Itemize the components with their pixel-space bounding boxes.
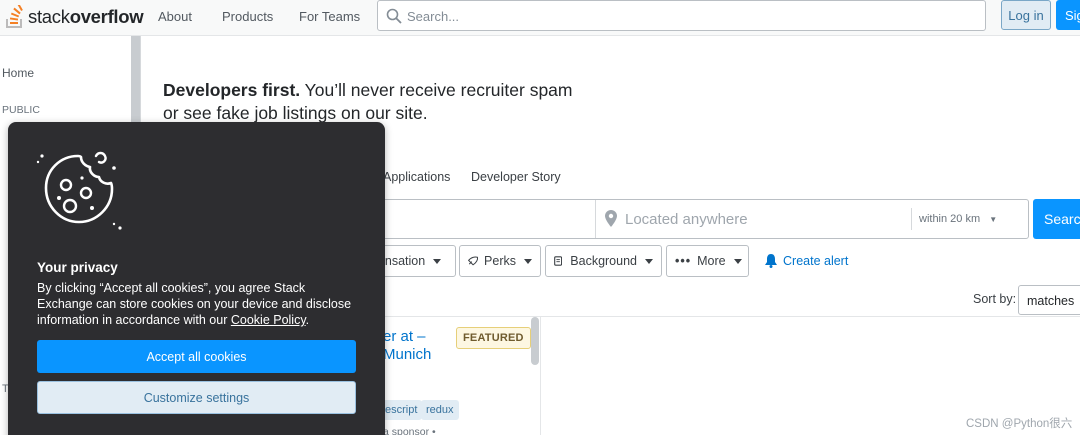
filter-perks-label: Perks <box>484 254 516 268</box>
document-icon <box>554 256 563 266</box>
filter-more[interactable]: ••• More <box>666 245 749 277</box>
results-scrollbar[interactable] <box>531 317 539 365</box>
more-dots-icon: ••• <box>675 254 692 268</box>
site-search[interactable] <box>377 0 986 31</box>
job-tag[interactable]: redux <box>421 400 459 420</box>
accept-all-cookies-button[interactable]: Accept all cookies <box>37 340 356 373</box>
logo-wordmark: stackoverflow <box>28 6 144 27</box>
chevron-down-icon <box>645 258 653 264</box>
cookie-policy-link[interactable]: Cookie Policy <box>231 313 306 327</box>
cookie-dialog-body: By clicking “Accept all cookies”, you ag… <box>37 281 352 327</box>
tab-developer-story[interactable]: Developer Story <box>471 170 561 184</box>
search-input[interactable] <box>407 6 967 26</box>
stack-overflow-logo[interactable]: stackoverflow <box>4 3 144 29</box>
nav-products[interactable]: Products <box>222 9 273 24</box>
customize-settings-button[interactable]: Customize settings <box>37 381 356 414</box>
job-search-bar: Located anywhere within 20 km ▼ <box>340 199 1029 239</box>
results-divider <box>340 316 1080 317</box>
page-headline: Developers first. You’ll never receive r… <box>163 80 573 123</box>
location-input[interactable]: Located anywhere <box>625 211 748 228</box>
create-alert-link[interactable]: Create alert <box>765 254 848 268</box>
filter-perks[interactable]: Perks <box>459 245 541 277</box>
sidebar-section-public: PUBLIC <box>2 104 40 116</box>
watermark: CSDN @Python很六 <box>966 418 1073 430</box>
filter-more-label: More <box>697 254 726 268</box>
sidebar-item-home[interactable]: Home <box>2 66 34 80</box>
create-alert-label: Create alert <box>783 254 849 268</box>
cookie-dialog-title: Your privacy <box>37 260 118 275</box>
cookie-icon <box>36 151 122 230</box>
chevron-down-icon <box>433 258 442 264</box>
filter-background[interactable]: Background <box>545 245 662 277</box>
results-column-divider <box>540 316 541 435</box>
chevron-down-icon: ▼ <box>989 215 998 224</box>
job-title-link[interactable]: er at – Munich <box>383 328 453 364</box>
nav-for-teams[interactable]: For Teams <box>299 9 360 24</box>
tab-applications[interactable]: Applications <box>383 170 450 184</box>
cookie-consent-dialog: Your privacy By clicking “Accept all coo… <box>8 122 385 435</box>
sort-label: Sort by: <box>973 292 1017 306</box>
job-search-button[interactable]: Searc <box>1033 199 1080 239</box>
job-sponsor-text: a sponsor • <box>383 426 436 435</box>
chevron-down-icon <box>524 258 532 264</box>
rocket-icon <box>468 256 479 266</box>
search-divider <box>595 200 596 238</box>
featured-badge: FEATURED <box>456 327 531 349</box>
radius-divider <box>911 208 912 230</box>
chevron-down-icon <box>733 258 742 264</box>
nav-about[interactable]: About <box>158 9 192 24</box>
filter-background-label: Background <box>570 254 637 268</box>
sort-select[interactable]: matches <box>1018 285 1080 315</box>
top-bar: stackoverflow About Products For Teams L… <box>0 0 1080 36</box>
login-button[interactable]: Log in <box>1001 0 1051 30</box>
radius-select[interactable]: within 20 km ▼ <box>919 213 997 225</box>
bell-icon <box>765 254 777 268</box>
signup-button[interactable]: Sig <box>1056 0 1080 30</box>
job-tag[interactable]: escript <box>380 400 423 420</box>
location-pin-icon <box>605 210 617 227</box>
stack-overflow-logo-icon <box>4 3 26 29</box>
search-icon <box>386 8 402 24</box>
